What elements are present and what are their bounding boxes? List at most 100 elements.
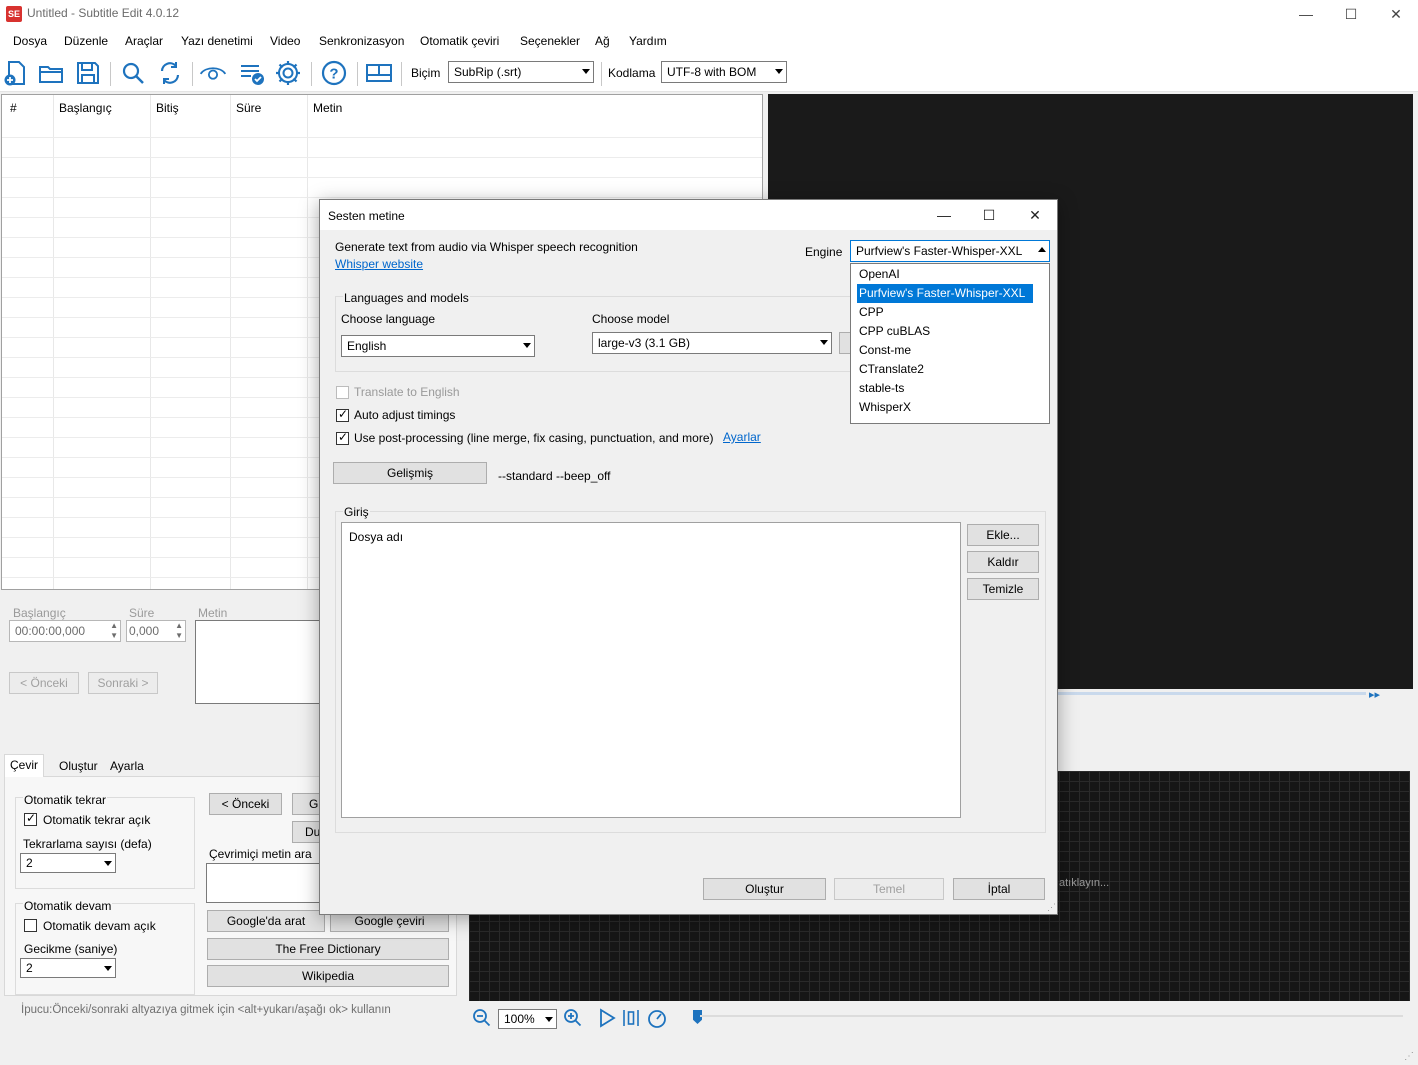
spellcheck-icon[interactable] <box>238 59 266 87</box>
free-dictionary-button[interactable]: The Free Dictionary <box>207 938 449 960</box>
zoom-out-icon[interactable] <box>472 1008 492 1028</box>
post-processing-checkbox[interactable] <box>336 430 349 445</box>
help-icon[interactable]: ? <box>320 59 348 87</box>
engine-option-const-me[interactable]: Const-me <box>857 341 1033 360</box>
post-processing-label: Use post-processing (line merge, fix cas… <box>354 431 714 445</box>
model-value: large-v3 (3.1 GB) <box>598 336 691 350</box>
column-start[interactable]: Başlangıç <box>59 101 112 115</box>
chevron-down-icon <box>582 69 590 74</box>
position-slider-thumb[interactable] <box>693 1010 702 1024</box>
menu-network[interactable]: Ağ <box>595 34 610 48</box>
visual-sync-icon[interactable] <box>199 59 227 87</box>
column-duration[interactable]: Süre <box>236 101 261 115</box>
zoom-in-icon[interactable] <box>563 1008 583 1028</box>
tab-translate[interactable]: Çevir <box>4 754 45 777</box>
fast-forward-icon[interactable]: ▸▸ <box>1369 688 1380 701</box>
menu-help[interactable]: Yardım <box>629 34 667 48</box>
tab-create[interactable]: Oluştur <box>54 756 103 777</box>
subtitle-text-editor[interactable] <box>195 620 321 704</box>
video-seek-bar[interactable] <box>1058 692 1366 695</box>
layout-icon[interactable] <box>365 59 393 87</box>
speed-gauge-icon[interactable] <box>646 1008 668 1028</box>
repeat-count-select[interactable]: 2 <box>20 853 116 873</box>
advanced-button[interactable]: Gelişmiş <box>333 462 487 484</box>
generate-button[interactable]: Oluştur <box>703 878 826 900</box>
cancel-button[interactable]: İptal <box>953 878 1045 900</box>
save-icon[interactable] <box>74 59 102 87</box>
start-time-input[interactable]: 00:00:00,000 ▲ ▼ <box>9 620 121 642</box>
search-icon[interactable] <box>119 59 147 87</box>
dialog-minimize-button[interactable]: — <box>921 201 967 229</box>
column-text[interactable]: Metin <box>313 101 342 115</box>
close-button[interactable]: ✕ <box>1373 0 1418 28</box>
menu-auto-translate[interactable]: Otomatik çeviri <box>420 34 499 48</box>
menu-edit[interactable]: Düzenle <box>64 34 108 48</box>
minimize-button[interactable]: — <box>1283 0 1329 28</box>
engine-option-ctranslate2[interactable]: CTranslate2 <box>857 360 1033 379</box>
google-search-button[interactable]: Google'da arat <box>207 910 325 932</box>
column-end[interactable]: Bitiş <box>156 101 179 115</box>
wikipedia-button[interactable]: Wikipedia <box>207 965 449 987</box>
new-file-icon[interactable] <box>2 59 30 87</box>
zoom-value: 100% <box>504 1012 535 1026</box>
spin-arrows-icon[interactable]: ▲ ▼ <box>175 621 183 641</box>
input-file-list[interactable]: Dosya adı <box>341 522 961 818</box>
encoding-select[interactable]: UTF-8 with BOM <box>661 61 787 83</box>
engine-option-cpp-cublas[interactable]: CPP cuBLAS <box>857 322 1033 341</box>
zoom-select[interactable]: 100% <box>498 1009 557 1029</box>
format-select[interactable]: SubRip (.srt) <box>448 61 594 83</box>
play-icon[interactable] <box>597 1008 617 1028</box>
pause-icon[interactable] <box>621 1008 641 1028</box>
spin-arrows-icon[interactable]: ▲ ▼ <box>110 621 118 641</box>
menu-options[interactable]: Seçenekler <box>520 34 580 48</box>
open-folder-icon[interactable] <box>37 59 65 87</box>
engine-option-stable-ts[interactable]: stable-ts <box>857 379 1033 398</box>
translate-to-english-checkbox[interactable] <box>336 386 349 399</box>
menu-spellcheck[interactable]: Yazı denetimi <box>181 34 253 48</box>
engine-option-openai[interactable]: OpenAI <box>857 265 1033 284</box>
translate-du-button[interactable]: Du <box>292 821 322 843</box>
whisper-website-link[interactable]: Whisper website <box>335 257 423 271</box>
editor-next-button[interactable]: Sonraki > <box>88 672 158 694</box>
remove-file-button[interactable]: Kaldır <box>967 551 1039 573</box>
menu-tools[interactable]: Araçlar <box>125 34 163 48</box>
translate-go-button[interactable]: Gi <box>292 793 322 815</box>
settings-link[interactable]: Ayarlar <box>723 430 761 444</box>
duration-input[interactable]: 0,000 ▲ ▼ <box>126 620 186 642</box>
speech-to-text-dialog: Sesten metine — ☐ ✕ Generate text from a… <box>319 199 1058 915</box>
auto-continue-checkbox[interactable] <box>24 919 37 932</box>
engine-dropdown-list[interactable]: OpenAI Purfview's Faster-Whisper-XXL CPP… <box>850 263 1050 424</box>
dialog-maximize-button[interactable]: ☐ <box>966 201 1012 229</box>
translate-prev-button[interactable]: < Önceki <box>209 793 282 815</box>
model-select[interactable]: large-v3 (3.1 GB) <box>592 332 832 354</box>
column-number[interactable]: # <box>10 101 17 115</box>
online-search-input[interactable] <box>206 863 322 903</box>
editor-prev-button[interactable]: < Önceki <box>9 672 79 694</box>
basic-button[interactable]: Temel <box>834 878 944 900</box>
engine-option-faster-whisper-xxl[interactable]: Purfview's Faster-Whisper-XXL <box>857 284 1033 303</box>
resize-grip-icon[interactable]: ⋰ <box>1047 902 1056 913</box>
engine-option-cpp[interactable]: CPP <box>857 303 1033 322</box>
maximize-button[interactable]: ☐ <box>1328 0 1374 28</box>
engine-option-whisperx[interactable]: WhisperX <box>857 398 1033 417</box>
position-slider-track[interactable] <box>700 1015 1403 1017</box>
file-name-column[interactable]: Dosya adı <box>349 530 403 544</box>
menu-sync[interactable]: Senkronizasyon <box>319 34 404 48</box>
window-resize-grip-icon[interactable]: ⋰ <box>1404 1051 1414 1062</box>
auto-repeat-checkbox[interactable] <box>24 811 37 826</box>
delay-select[interactable]: 2 <box>20 958 116 978</box>
tab-adjust[interactable]: Ayarla <box>105 756 149 777</box>
start-time-value: 00:00:00,000 <box>15 624 86 638</box>
menu-video[interactable]: Video <box>270 34 300 48</box>
encoding-label: Kodlama <box>608 66 656 80</box>
add-file-button[interactable]: Ekle... <box>967 524 1039 546</box>
settings-gear-icon[interactable] <box>274 59 302 87</box>
dialog-close-button[interactable]: ✕ <box>1012 201 1058 229</box>
replace-icon[interactable] <box>156 59 184 87</box>
choose-model-label: Choose model <box>592 312 670 326</box>
auto-adjust-checkbox[interactable] <box>336 407 349 422</box>
menu-file[interactable]: Dosya <box>13 34 47 48</box>
language-select[interactable]: English <box>341 335 535 357</box>
engine-select[interactable]: Purfview's Faster-Whisper-XXL <box>850 240 1050 262</box>
clear-files-button[interactable]: Temizle <box>967 578 1039 600</box>
